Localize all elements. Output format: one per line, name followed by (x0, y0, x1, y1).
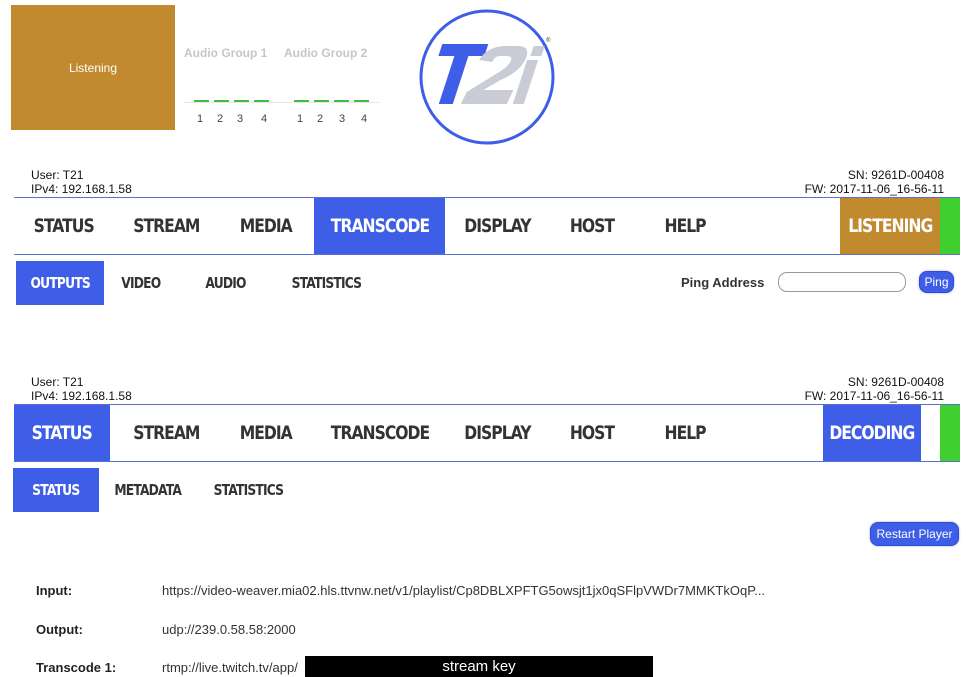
ping-button[interactable]: Ping (919, 271, 954, 293)
subnav-statistics[interactable]: STATISTICS (206, 468, 290, 512)
channel-number: 1 (296, 113, 304, 125)
output-label: Output: (36, 622, 83, 637)
nav-host[interactable]: HOST (549, 405, 635, 461)
ping-address-input[interactable] (778, 272, 906, 292)
nav-host[interactable]: HOST (549, 198, 635, 254)
main-nav: STATUS STREAM MEDIA TRANSCODE DISPLAY HO… (14, 197, 960, 255)
nav-help[interactable]: HELP (635, 198, 735, 254)
state-indicator-decoding: DECODING (823, 405, 921, 461)
audio-meter-g2-ch2 (314, 100, 329, 102)
user-info: User: T21 (31, 168, 84, 182)
subnav-metadata[interactable]: METADATA (108, 468, 188, 512)
serial-number: SN: 9261D-00408 (847, 375, 944, 389)
nav-media[interactable]: MEDIA (218, 405, 314, 461)
svg-text:®: ® (546, 37, 551, 44)
stream-key-redaction: stream key (305, 656, 653, 677)
listening-status-box: Listening (11, 5, 175, 130)
transcode-1-label: Transcode 1: (36, 660, 117, 675)
nav-display[interactable]: DISPLAY (445, 405, 549, 461)
nav-status[interactable]: STATUS (14, 198, 114, 254)
ping-address-label: Ping Address (681, 275, 765, 290)
t2i-logo: ® (419, 9, 555, 145)
state-indicator-listening: LISTENING (840, 198, 940, 254)
audio-meter-g1-ch3 (234, 100, 249, 102)
audio-meter-baseline (184, 102, 380, 103)
firmware-version: FW: 2017-11-06_16-56-11 (804, 389, 944, 403)
audio-meter-g2-ch1 (294, 100, 309, 102)
audio-group-1-label: Audio Group 1 (184, 46, 268, 60)
subnav-audio[interactable]: AUDIO (196, 261, 256, 305)
listening-status-label: Listening (68, 60, 118, 75)
audio-meter-g1-ch2 (214, 100, 229, 102)
user-info: User: T21 (31, 375, 84, 389)
audio-meter-g1-ch4 (254, 100, 269, 102)
subnav-video[interactable]: VIDEO (110, 261, 172, 305)
input-url: https://video-weaver.mia02.hls.ttvnw.net… (162, 583, 766, 598)
transcode-1-url: rtmp://live.twitch.tv/app/ (162, 660, 298, 675)
ipv4-info: IPv4: 192.168.1.58 (31, 182, 132, 196)
nav-stream[interactable]: STREAM (114, 198, 218, 254)
firmware-version: FW: 2017-11-06_16-56-11 (804, 182, 944, 196)
restart-player-button[interactable]: Restart Player (870, 522, 959, 546)
input-label: Input: (36, 583, 73, 598)
nav-media[interactable]: MEDIA (218, 198, 314, 254)
audio-meter-g2-ch4 (354, 100, 369, 102)
audio-meter-g2-ch3 (334, 100, 349, 102)
subnav-outputs[interactable]: OUTPUTS (16, 261, 104, 305)
connection-indicator (940, 198, 960, 254)
channel-number: 3 (236, 113, 244, 125)
channel-number: 1 (196, 113, 204, 125)
main-nav: STATUS STREAM MEDIA TRANSCODE DISPLAY HO… (14, 404, 960, 462)
channel-number: 4 (260, 113, 268, 125)
channel-number: 2 (216, 113, 224, 125)
nav-help[interactable]: HELP (635, 405, 735, 461)
subnav-statistics[interactable]: STATISTICS (284, 261, 368, 305)
nav-transcode[interactable]: TRANSCODE (314, 198, 445, 254)
subnav-status[interactable]: STATUS (13, 468, 99, 512)
audio-group-2-label: Audio Group 2 (284, 46, 368, 60)
nav-stream[interactable]: STREAM (114, 405, 218, 461)
audio-meter-g1-ch1 (194, 100, 209, 102)
channel-number: 3 (338, 113, 346, 125)
ipv4-info: IPv4: 192.168.1.58 (31, 389, 132, 403)
channel-number: 2 (316, 113, 324, 125)
output-url: udp://239.0.58.58:2000 (162, 622, 296, 637)
serial-number: SN: 9261D-00408 (847, 168, 944, 182)
nav-status[interactable]: STATUS (14, 405, 110, 461)
connection-indicator (940, 405, 960, 461)
nav-display[interactable]: DISPLAY (445, 198, 549, 254)
channel-number: 4 (360, 113, 368, 125)
nav-transcode[interactable]: TRANSCODE (314, 405, 445, 461)
